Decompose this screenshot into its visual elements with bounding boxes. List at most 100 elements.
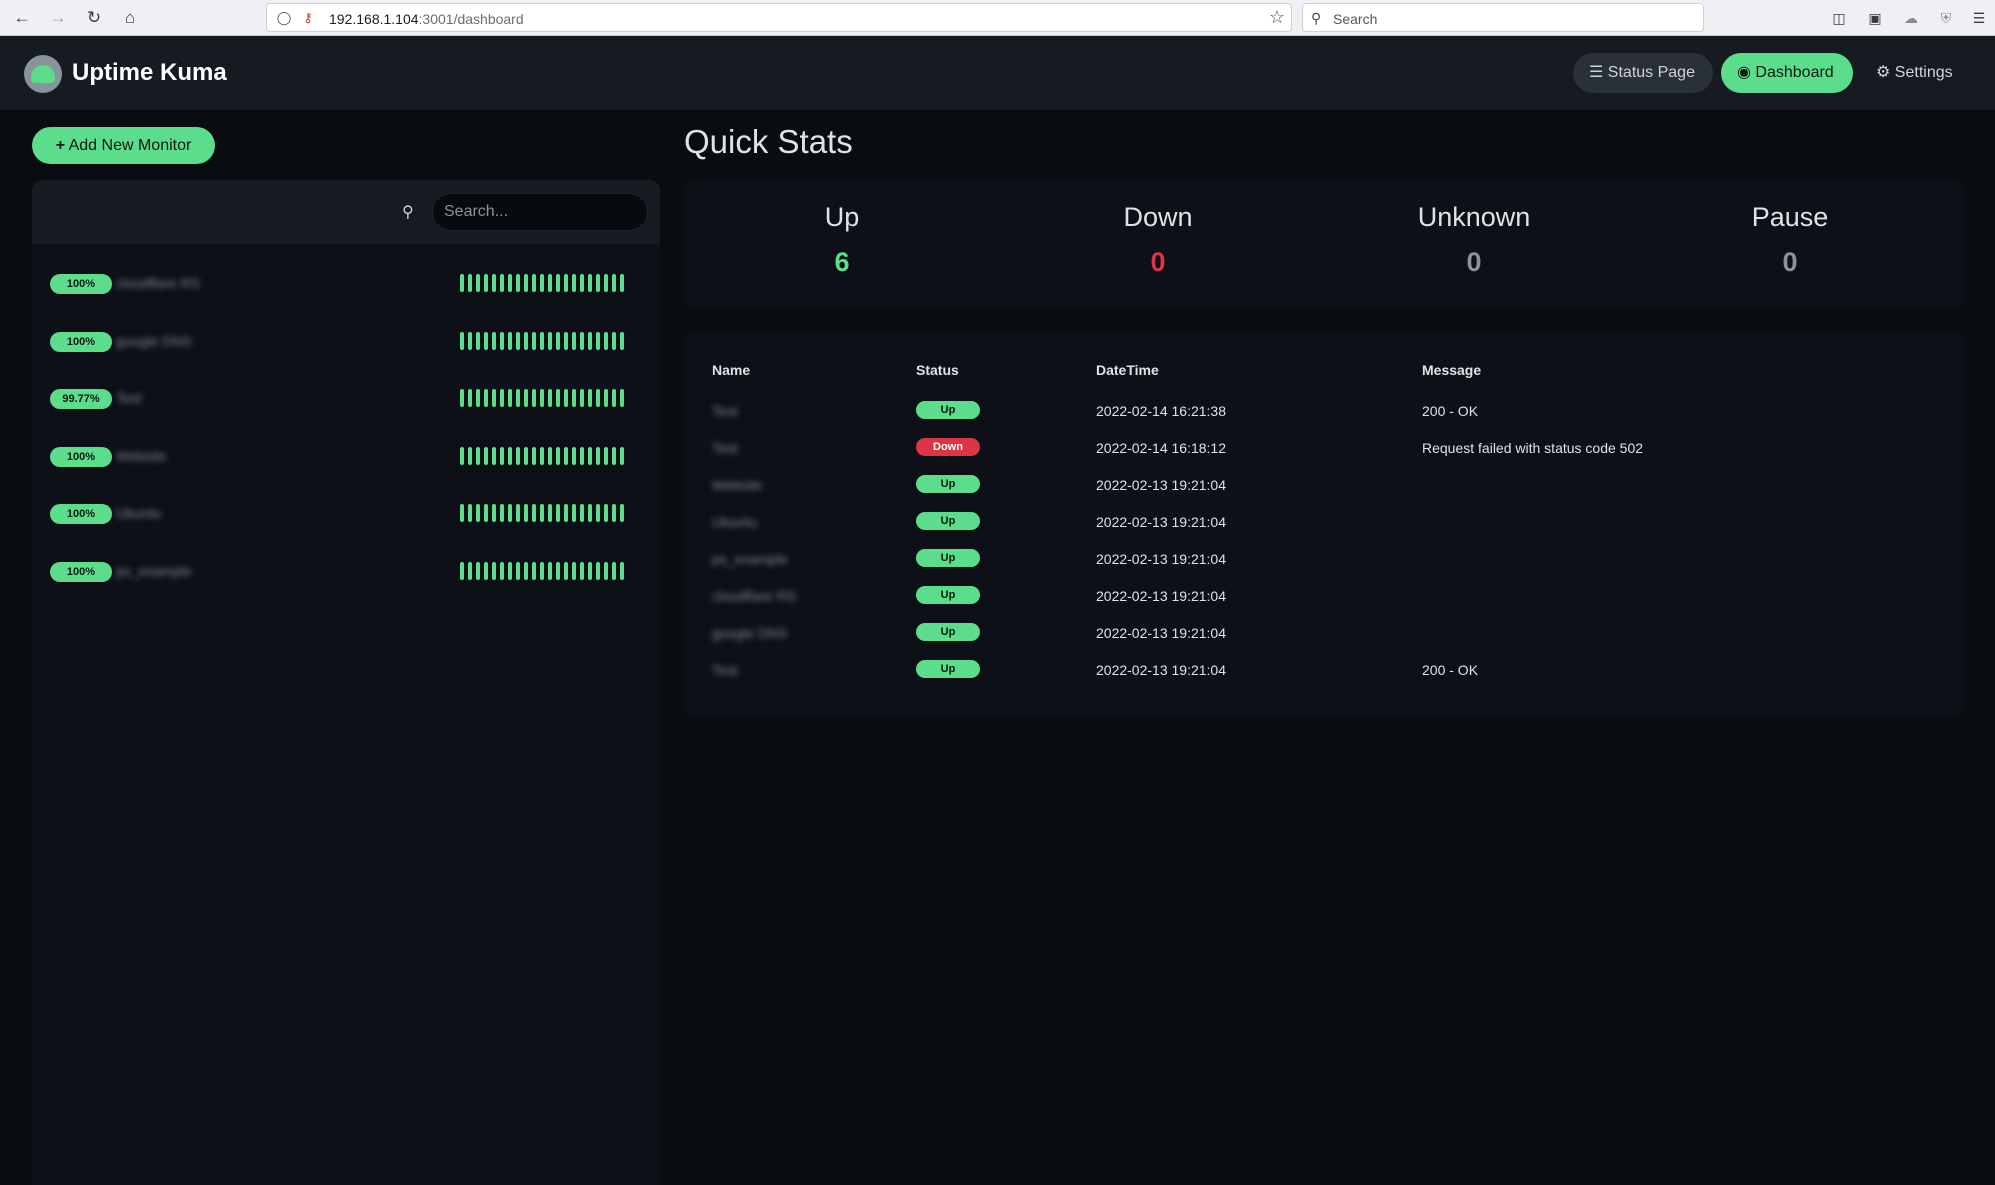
heartbeat-beat[interactable] (588, 274, 592, 292)
heartbeat-beat[interactable] (596, 504, 600, 522)
heartbeat-beat[interactable] (580, 331, 584, 350)
heartbeat-beat[interactable] (516, 561, 520, 580)
heartbeat-beat[interactable] (572, 504, 576, 522)
heartbeat-beat[interactable] (580, 389, 584, 407)
event-monitor-name[interactable]: Ubuntu (712, 514, 757, 530)
heartbeat-beat[interactable] (604, 446, 608, 465)
heartbeat-beat[interactable] (564, 389, 568, 407)
heartbeat-beat[interactable] (604, 389, 608, 407)
url-bar[interactable]: ◯ ⚷ 192.168.1.104:3001/dashboard ☆ (266, 3, 1292, 32)
heartbeat-beat[interactable] (612, 561, 616, 580)
heartbeat-beat[interactable] (580, 504, 584, 522)
heartbeat-beat[interactable] (532, 504, 536, 522)
heartbeat-beat[interactable] (500, 389, 504, 407)
heartbeat-beat[interactable] (484, 561, 488, 580)
heartbeat-beat[interactable] (612, 504, 616, 522)
back-icon[interactable]: ← (10, 6, 34, 30)
heartbeat-beat[interactable] (516, 446, 520, 465)
heartbeat-beat[interactable] (548, 389, 552, 407)
heartbeat-beat[interactable] (556, 504, 560, 522)
heartbeat-beat[interactable] (476, 446, 480, 465)
status-page-button[interactable]: ☰ Status Page (1573, 53, 1713, 93)
heartbeat-beat[interactable] (516, 331, 520, 350)
add-new-monitor-button[interactable]: + Add New Monitor (32, 127, 215, 164)
heartbeat-beat[interactable] (604, 331, 608, 350)
app-title[interactable]: Uptime Kuma (72, 59, 227, 87)
heartbeat-beat[interactable] (588, 389, 592, 407)
heartbeat-beat[interactable] (572, 389, 576, 407)
heartbeat-beat[interactable] (572, 446, 576, 465)
heartbeat-beat[interactable] (564, 504, 568, 522)
heartbeat-beat[interactable] (572, 331, 576, 350)
heartbeat-beat[interactable] (572, 274, 576, 292)
heartbeat-beat[interactable] (580, 561, 584, 580)
heartbeat-beat[interactable] (516, 389, 520, 407)
heartbeat-beat[interactable] (500, 561, 504, 580)
heartbeat-beat[interactable] (596, 446, 600, 465)
heartbeat-beat[interactable] (500, 504, 504, 522)
home-icon[interactable]: ⌂ (118, 6, 142, 30)
heartbeat-beat[interactable] (588, 561, 592, 580)
heartbeat-beat[interactable] (532, 446, 536, 465)
heartbeat-beat[interactable] (524, 504, 528, 522)
heartbeat-beat[interactable] (540, 446, 544, 465)
heartbeat-beat[interactable] (612, 331, 616, 350)
heartbeat-beat[interactable] (468, 389, 472, 407)
heartbeat-beat[interactable] (612, 446, 616, 465)
heartbeat-beat[interactable] (468, 504, 472, 522)
heartbeat-beat[interactable] (580, 274, 584, 292)
shield-extension-icon[interactable]: ⛨ (1935, 7, 1957, 29)
heartbeat-beat[interactable] (508, 274, 512, 292)
heartbeat-beat[interactable] (572, 561, 576, 580)
heartbeat-beat[interactable] (532, 389, 536, 407)
pocket-icon[interactable]: ◫ (1828, 7, 1850, 29)
monitor-list-item[interactable]: 100% cloudflare RS (32, 266, 660, 306)
heartbeat-beat[interactable] (492, 446, 496, 465)
menu-icon[interactable]: ☰ (1968, 7, 1990, 29)
heartbeat-beat[interactable] (484, 274, 488, 292)
heartbeat-beat[interactable] (468, 446, 472, 465)
heartbeat-beat[interactable] (468, 561, 472, 580)
heartbeat-beat[interactable] (580, 446, 584, 465)
heartbeat-beat[interactable] (500, 331, 504, 350)
monitor-list-item[interactable]: 100% ps_example (32, 554, 660, 594)
heartbeat-beat[interactable] (620, 561, 624, 580)
heartbeat-beat[interactable] (564, 446, 568, 465)
event-monitor-name[interactable]: Test (712, 440, 738, 456)
heartbeat-beat[interactable] (508, 331, 512, 350)
heartbeat-beat[interactable] (492, 561, 496, 580)
heartbeat-beat[interactable] (460, 446, 464, 465)
event-monitor-name[interactable]: Website (712, 477, 762, 493)
heartbeat-beat[interactable] (516, 274, 520, 292)
heartbeat-beat[interactable] (604, 274, 608, 292)
heartbeat-beat[interactable] (540, 331, 544, 350)
heartbeat-beat[interactable] (556, 446, 560, 465)
heartbeat-beat[interactable] (460, 504, 464, 522)
heartbeat-beat[interactable] (620, 274, 624, 292)
heartbeat-beat[interactable] (460, 389, 464, 407)
heartbeat-beat[interactable] (484, 389, 488, 407)
heartbeat-beat[interactable] (532, 274, 536, 292)
monitor-list-item[interactable]: 100% Ubuntu (32, 496, 660, 536)
heartbeat-beat[interactable] (596, 389, 600, 407)
heartbeat-beat[interactable] (620, 389, 624, 407)
heartbeat-beat[interactable] (548, 331, 552, 350)
heartbeat-beat[interactable] (460, 331, 464, 350)
monitor-list-item[interactable]: 100% Website (32, 439, 660, 479)
heartbeat-beat[interactable] (540, 561, 544, 580)
heartbeat-beat[interactable] (540, 274, 544, 292)
heartbeat-beat[interactable] (596, 561, 600, 580)
heartbeat-beat[interactable] (516, 504, 520, 522)
heartbeat-beat[interactable] (508, 446, 512, 465)
heartbeat-beat[interactable] (540, 389, 544, 407)
heartbeat-beat[interactable] (596, 331, 600, 350)
heartbeat-beat[interactable] (556, 274, 560, 292)
heartbeat-beat[interactable] (524, 389, 528, 407)
heartbeat-beat[interactable] (564, 331, 568, 350)
monitor-list-item[interactable]: 100% google DNS (32, 324, 660, 364)
heartbeat-beat[interactable] (604, 504, 608, 522)
heartbeat-beat[interactable] (612, 274, 616, 292)
event-monitor-name[interactable]: Test (712, 662, 738, 678)
heartbeat-beat[interactable] (588, 504, 592, 522)
heartbeat-beat[interactable] (492, 331, 496, 350)
